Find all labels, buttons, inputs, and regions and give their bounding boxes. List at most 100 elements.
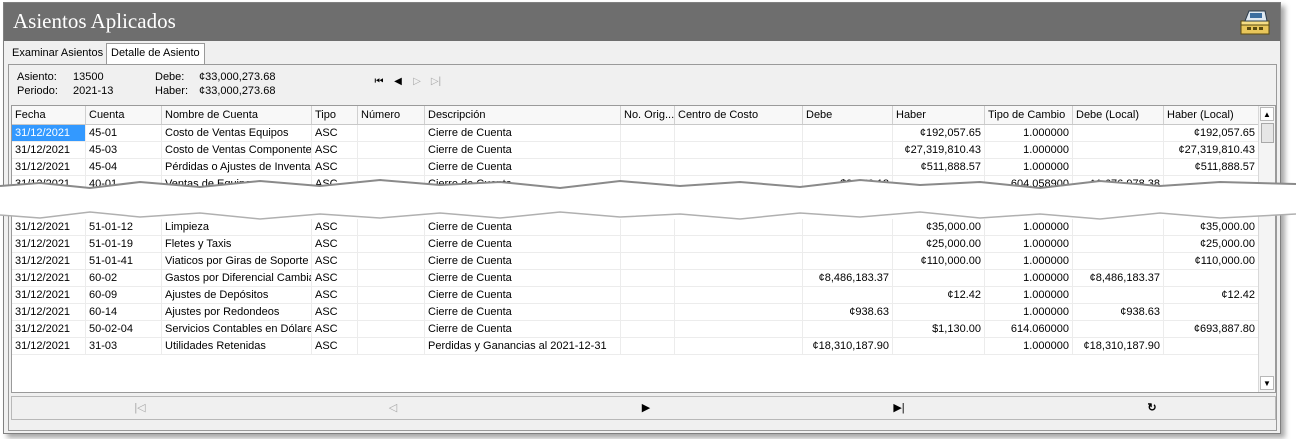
table-row[interactable]: 31/12/2021 51-01-41 Viaticos por Giras de …: [12, 253, 1259, 270]
tab-detalle-de-asiento[interactable]: Detalle de Asiento: [106, 43, 205, 64]
last-page-icon[interactable]: ▶|: [891, 400, 907, 416]
cell-centro-costo[interactable]: [675, 236, 803, 253]
cell-debe-local[interactable]: [1073, 287, 1164, 304]
cell-numero[interactable]: [358, 304, 425, 321]
cell-cuenta[interactable]: 60-09: [86, 287, 162, 304]
first-record-icon[interactable]: ⏮: [373, 76, 385, 88]
table-row[interactable]: 31/12/2021 60-14 Ajustes por Redondeos ASC C…: [12, 304, 1259, 321]
cell-cuenta[interactable]: 60-02: [86, 270, 162, 287]
cell-fecha[interactable]: 31/12/2021: [12, 253, 86, 270]
cell-nombre-cuenta[interactable]: Gastos por Diferencial Cambiario: [162, 270, 312, 287]
cell-fecha[interactable]: 31/12/2021: [12, 270, 86, 287]
last-record-icon[interactable]: ▷|: [430, 76, 442, 88]
cell-debe-local[interactable]: [1073, 236, 1164, 253]
cell-fecha[interactable]: 31/12/2021: [12, 338, 86, 355]
cell-numero[interactable]: [358, 270, 425, 287]
cell-numero[interactable]: [358, 253, 425, 270]
cell-debe[interactable]: [803, 287, 893, 304]
cell-haber-local[interactable]: ¢110,000.00: [1164, 253, 1259, 270]
cell-haber-local[interactable]: ¢25,000.00: [1164, 236, 1259, 253]
cell-tipo[interactable]: ASC: [312, 236, 358, 253]
cell-numero[interactable]: [358, 236, 425, 253]
cell-cuenta[interactable]: 60-14: [86, 304, 162, 321]
cell-debe[interactable]: ¢8,486,183.37: [803, 270, 893, 287]
cell-descripcion[interactable]: Cierre de Cuenta: [425, 270, 621, 287]
cell-numero[interactable]: [358, 321, 425, 338]
cell-centro-costo[interactable]: [675, 253, 803, 270]
cell-descripcion[interactable]: Cierre de Cuenta: [425, 304, 621, 321]
cell-haber[interactable]: $1,130.00: [893, 321, 985, 338]
table-row[interactable]: 31/12/2021 60-09 Ajustes de Depósitos ASC Ci…: [12, 287, 1259, 304]
cell-descripcion[interactable]: Cierre de Cuenta: [425, 287, 621, 304]
tab-examinar-asientos[interactable]: Examinar Asientos: [8, 45, 107, 62]
cell-haber[interactable]: [893, 338, 985, 355]
cell-descripcion[interactable]: Cierre de Cuenta: [425, 253, 621, 270]
cell-haber-local[interactable]: [1164, 338, 1259, 355]
cell-nombre-cuenta[interactable]: Fletes y Taxis: [162, 236, 312, 253]
cell-nombre-cuenta[interactable]: Utilidades Retenidas: [162, 338, 312, 355]
cell-tipo[interactable]: ASC: [312, 304, 358, 321]
first-page-icon[interactable]: |◁: [132, 400, 148, 416]
cell-centro-costo[interactable]: [675, 338, 803, 355]
cell-tipo-cambio[interactable]: 1.000000: [985, 287, 1073, 304]
cell-tipo-cambio[interactable]: 1.000000: [985, 338, 1073, 355]
cell-tipo[interactable]: ASC: [312, 253, 358, 270]
cell-descripcion[interactable]: Cierre de Cuenta: [425, 321, 621, 338]
next-page-icon[interactable]: ▶: [638, 400, 654, 416]
table-row[interactable]: 31/12/2021 31-03 Utilidades Retenidas ASC Pe…: [12, 338, 1259, 355]
cell-cuenta[interactable]: 51-01-19: [86, 236, 162, 253]
cell-no-orig[interactable]: [621, 321, 675, 338]
cell-debe[interactable]: ¢18,310,187.90: [803, 338, 893, 355]
cell-debe-local[interactable]: ¢8,486,183.37: [1073, 270, 1164, 287]
cell-nombre-cuenta[interactable]: Ajustes de Depósitos: [162, 287, 312, 304]
cell-no-orig[interactable]: [621, 236, 675, 253]
table-row[interactable]: 31/12/2021 51-01-19 Fletes y Taxis ASC Cierr…: [12, 236, 1259, 253]
cell-haber-local[interactable]: ¢693,887.80: [1164, 321, 1259, 338]
table-row[interactable]: 31/12/2021 60-02 Gastos por Diferencial Ca…: [12, 270, 1259, 287]
cell-nombre-cuenta[interactable]: Servicios Contables en Dólares: [162, 321, 312, 338]
cell-fecha[interactable]: 31/12/2021: [12, 321, 86, 338]
previous-page-icon[interactable]: ◁: [385, 400, 401, 416]
cell-tipo-cambio[interactable]: 614.060000: [985, 321, 1073, 338]
cell-tipo-cambio[interactable]: 1.000000: [985, 270, 1073, 287]
cell-fecha[interactable]: 31/12/2021: [12, 236, 86, 253]
cell-haber-local[interactable]: ¢12.42: [1164, 287, 1259, 304]
cell-haber[interactable]: ¢110,000.00: [893, 253, 985, 270]
cell-tipo[interactable]: ASC: [312, 338, 358, 355]
cell-numero[interactable]: [358, 338, 425, 355]
table-row[interactable]: 31/12/2021 50-02-04 Servicios Contables en…: [12, 321, 1259, 338]
cell-haber[interactable]: ¢25,000.00: [893, 236, 985, 253]
cell-nombre-cuenta[interactable]: Viaticos por Giras de Soporte Técnico: [162, 253, 312, 270]
cell-haber[interactable]: [893, 270, 985, 287]
next-record-icon[interactable]: ▷: [411, 76, 423, 88]
cell-cuenta[interactable]: 51-01-41: [86, 253, 162, 270]
cell-no-orig[interactable]: [621, 304, 675, 321]
cell-haber-local[interactable]: [1164, 304, 1259, 321]
scroll-down-icon[interactable]: ▼: [1260, 376, 1274, 390]
cell-debe-local[interactable]: [1073, 253, 1164, 270]
previous-record-icon[interactable]: ◀: [392, 76, 404, 88]
cell-no-orig[interactable]: [621, 287, 675, 304]
cell-nombre-cuenta[interactable]: Ajustes por Redondeos: [162, 304, 312, 321]
cell-debe[interactable]: [803, 253, 893, 270]
cell-tipo-cambio[interactable]: 1.000000: [985, 304, 1073, 321]
cell-no-orig[interactable]: [621, 253, 675, 270]
cell-centro-costo[interactable]: [675, 270, 803, 287]
cell-tipo[interactable]: ASC: [312, 287, 358, 304]
refresh-icon[interactable]: ↻: [1144, 400, 1160, 416]
cell-debe[interactable]: [803, 321, 893, 338]
cell-debe-local[interactable]: [1073, 321, 1164, 338]
cell-fecha[interactable]: 31/12/2021: [12, 304, 86, 321]
cell-centro-costo[interactable]: [675, 321, 803, 338]
cell-descripcion[interactable]: Perdidas y Ganancias al 2021-12-31: [425, 338, 621, 355]
cell-no-orig[interactable]: [621, 338, 675, 355]
cell-tipo[interactable]: ASC: [312, 321, 358, 338]
cell-centro-costo[interactable]: [675, 304, 803, 321]
cell-debe-local[interactable]: ¢938.63: [1073, 304, 1164, 321]
cell-fecha[interactable]: 31/12/2021: [12, 287, 86, 304]
cell-descripcion[interactable]: Cierre de Cuenta: [425, 236, 621, 253]
cell-tipo-cambio[interactable]: 1.000000: [985, 253, 1073, 270]
cell-haber[interactable]: [893, 304, 985, 321]
cell-numero[interactable]: [358, 287, 425, 304]
cell-tipo-cambio[interactable]: 1.000000: [985, 236, 1073, 253]
